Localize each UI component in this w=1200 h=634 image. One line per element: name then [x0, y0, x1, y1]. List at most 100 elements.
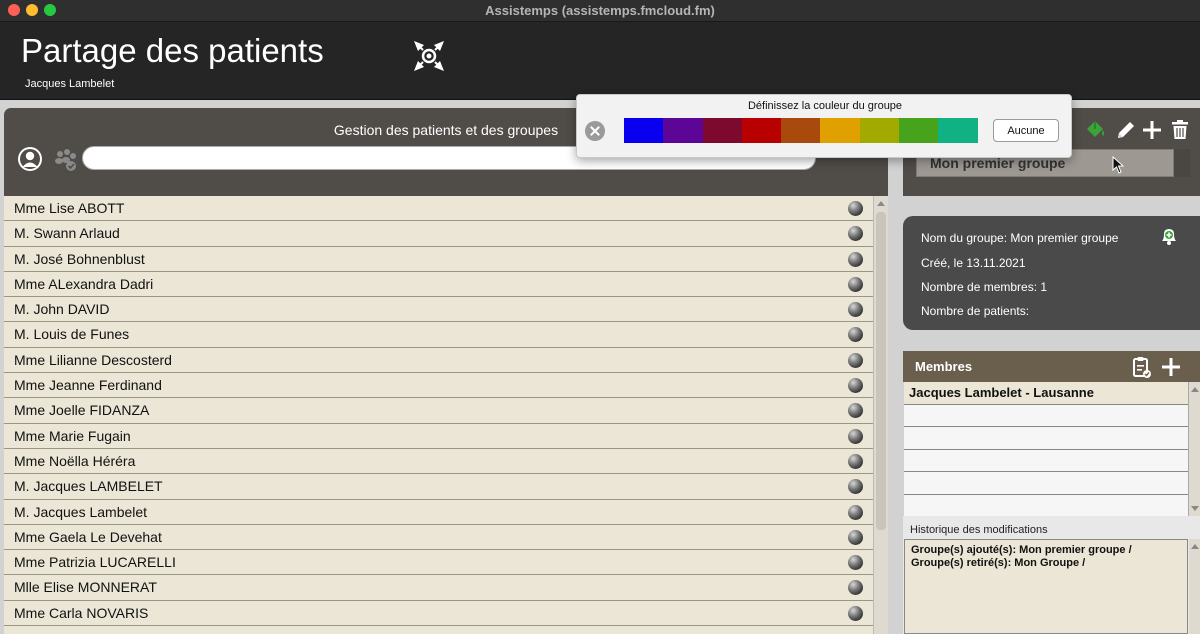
patient-row[interactable]: M. Jacques Lambelet: [4, 500, 873, 525]
group-created-line: Créé, le 13.11.2021: [921, 256, 1026, 270]
app-window: Assistemps (assistemps.fmcloud.fm) Parta…: [0, 0, 1200, 634]
group-status-dot-icon[interactable]: [848, 453, 863, 469]
trash-icon[interactable]: [1168, 118, 1192, 142]
group-status-dot-icon[interactable]: [848, 428, 863, 444]
group-select-dropdown-button[interactable]: [1174, 149, 1190, 177]
group-status-dot-icon[interactable]: [848, 302, 863, 318]
members-scrollbar[interactable]: [1188, 382, 1200, 516]
color-swatch[interactable]: [741, 118, 782, 143]
scroll-down-arrow-icon[interactable]: [1191, 506, 1199, 511]
history-line: Groupe(s) retiré(s): Mon Groupe /: [911, 557, 1086, 569]
color-swatch[interactable]: [702, 118, 742, 143]
group-status-dot-icon[interactable]: [848, 352, 863, 368]
color-swatch[interactable]: [624, 118, 664, 143]
color-swatch[interactable]: [899, 118, 939, 143]
color-swatch[interactable]: [859, 118, 900, 143]
arrows-inward-icon[interactable]: [412, 39, 446, 73]
group-info-box: Nom du groupe: Mon premier groupe Créé, …: [903, 216, 1200, 330]
patient-row[interactable]: Mme Carla NOVARIS: [4, 601, 873, 627]
history-text-box[interactable]: Groupe(s) ajouté(s): Mon premier groupe …: [904, 539, 1188, 634]
patient-name: M. José Bohnenblust: [14, 250, 145, 267]
patient-row[interactable]: M. John DAVID: [4, 297, 873, 323]
scroll-up-arrow-icon[interactable]: [1191, 387, 1199, 392]
pencil-icon[interactable]: [1114, 118, 1138, 142]
patient-row[interactable]: Mme Marie Fugain: [4, 424, 873, 449]
member-row[interactable]: [904, 494, 1188, 518]
patient-row[interactable]: Mme Patrizia LUCARELLI: [4, 550, 873, 576]
group-toolbar: [1083, 118, 1200, 144]
group-status-dot-icon[interactable]: [848, 327, 863, 343]
group-status-dot-icon[interactable]: [848, 251, 863, 267]
color-swatch[interactable]: [938, 118, 978, 143]
scroll-up-arrow-icon[interactable]: [877, 201, 885, 206]
patient-row[interactable]: M. José Bohnenblust: [4, 247, 873, 272]
patient-row[interactable]: M. Swann Arlaud: [4, 221, 873, 247]
group-status-dot-icon[interactable]: [848, 504, 863, 520]
history-line: Groupe(s) ajouté(s): Mon premier groupe …: [911, 544, 1132, 556]
color-swatches: [624, 118, 978, 143]
history-section: Historique des modifications Groupe(s) a…: [903, 516, 1200, 634]
group-check-icon[interactable]: [52, 147, 80, 173]
patient-name: Mme Noëlla Héréra: [14, 452, 136, 469]
plus-icon[interactable]: [1140, 118, 1164, 142]
patient-list-scrollbar[interactable]: [873, 196, 888, 634]
color-swatch[interactable]: [820, 118, 860, 143]
members-title: Membres: [915, 359, 973, 374]
group-status-dot-icon[interactable]: [848, 580, 863, 596]
member-row[interactable]: [904, 472, 1188, 495]
member-row[interactable]: [904, 404, 1188, 428]
patient-name: M. Louis de Funes: [14, 326, 130, 343]
clipboard-check-icon[interactable]: [1129, 355, 1153, 379]
group-status-dot-icon[interactable]: [848, 226, 863, 242]
group-color-popover: Définissez la couleur du groupe Aucune: [576, 94, 1072, 158]
patient-row[interactable]: Mme Gaela Le Devehat: [4, 525, 873, 551]
members-header: Membres: [903, 351, 1200, 382]
member-row[interactable]: [904, 427, 1188, 450]
group-status-dot-icon[interactable]: [848, 529, 863, 545]
group-status-dot-icon[interactable]: [848, 555, 863, 571]
group-status-dot-icon[interactable]: [848, 276, 863, 292]
patient-row[interactable]: Mme Jeanne Ferdinand: [4, 373, 873, 399]
user-name: Jacques Lambelet: [25, 78, 115, 90]
member-row[interactable]: [904, 449, 1188, 473]
group-name-line: Nom du groupe: Mon premier groupe: [921, 231, 1119, 245]
patient-name: Mme Jeanne Ferdinand: [14, 377, 162, 394]
group-patients-count-line: Nombre de patients:: [921, 304, 1030, 318]
patient-name: Mme Carla NOVARIS: [14, 604, 149, 621]
close-icon[interactable]: [585, 121, 605, 141]
patient-row[interactable]: Mme Lilianne Descosterd: [4, 348, 873, 374]
patient-row[interactable]: Mme ALexandra Dadri: [4, 272, 873, 298]
history-scrollbar[interactable]: [1189, 539, 1200, 634]
patient-name: Mme Lise ABOTT: [14, 200, 125, 216]
patient-row[interactable]: Mlle Elise MONNERAT: [4, 575, 873, 601]
popover-title: Définissez la couleur du groupe: [747, 100, 903, 112]
group-status-dot-icon[interactable]: [848, 403, 863, 419]
patient-row[interactable]: Mme Joelle FIDANZA: [4, 398, 873, 424]
scrollbar-thumb[interactable]: [876, 212, 886, 530]
patient-row[interactable]: M. Jacques LAMBELET: [4, 474, 873, 500]
person-icon[interactable]: [17, 146, 43, 172]
page-title: Partage des patients: [21, 32, 324, 69]
group-status-dot-icon[interactable]: [848, 201, 863, 216]
patient-name: M. Jacques LAMBELET: [14, 478, 163, 495]
group-members-count-line: Nombre de membres: 1: [921, 280, 1048, 294]
paint-bucket-icon[interactable]: [1083, 118, 1107, 142]
member-row[interactable]: Jacques Lambelet - Lausanne: [904, 382, 1188, 405]
add-member-plus-icon[interactable]: [1159, 355, 1183, 379]
bell-add-icon[interactable]: [1158, 225, 1180, 247]
patient-name: Mlle Elise MONNERAT: [14, 579, 157, 596]
no-color-button[interactable]: Aucune: [993, 119, 1059, 142]
group-status-dot-icon[interactable]: [848, 378, 863, 394]
color-swatch[interactable]: [663, 118, 703, 143]
patient-name: Mme ALexandra Dadri: [14, 275, 154, 292]
patient-name: Mme Gaela Le Devehat: [14, 528, 162, 545]
patient-row[interactable]: Mme Noëlla Héréra: [4, 449, 873, 475]
scroll-up-arrow-icon[interactable]: [1191, 544, 1199, 549]
patient-name: M. John DAVID: [14, 301, 110, 318]
color-swatch[interactable]: [781, 118, 821, 143]
patient-row[interactable]: M. Louis de Funes: [4, 322, 873, 348]
group-status-dot-icon[interactable]: [848, 479, 863, 495]
patient-row[interactable]: Mme Lise ABOTT: [4, 196, 873, 222]
patient-list: Mme Lise ABOTT M. Swann Arlaud M. José Boh…: [4, 196, 873, 634]
group-status-dot-icon[interactable]: [848, 605, 863, 621]
